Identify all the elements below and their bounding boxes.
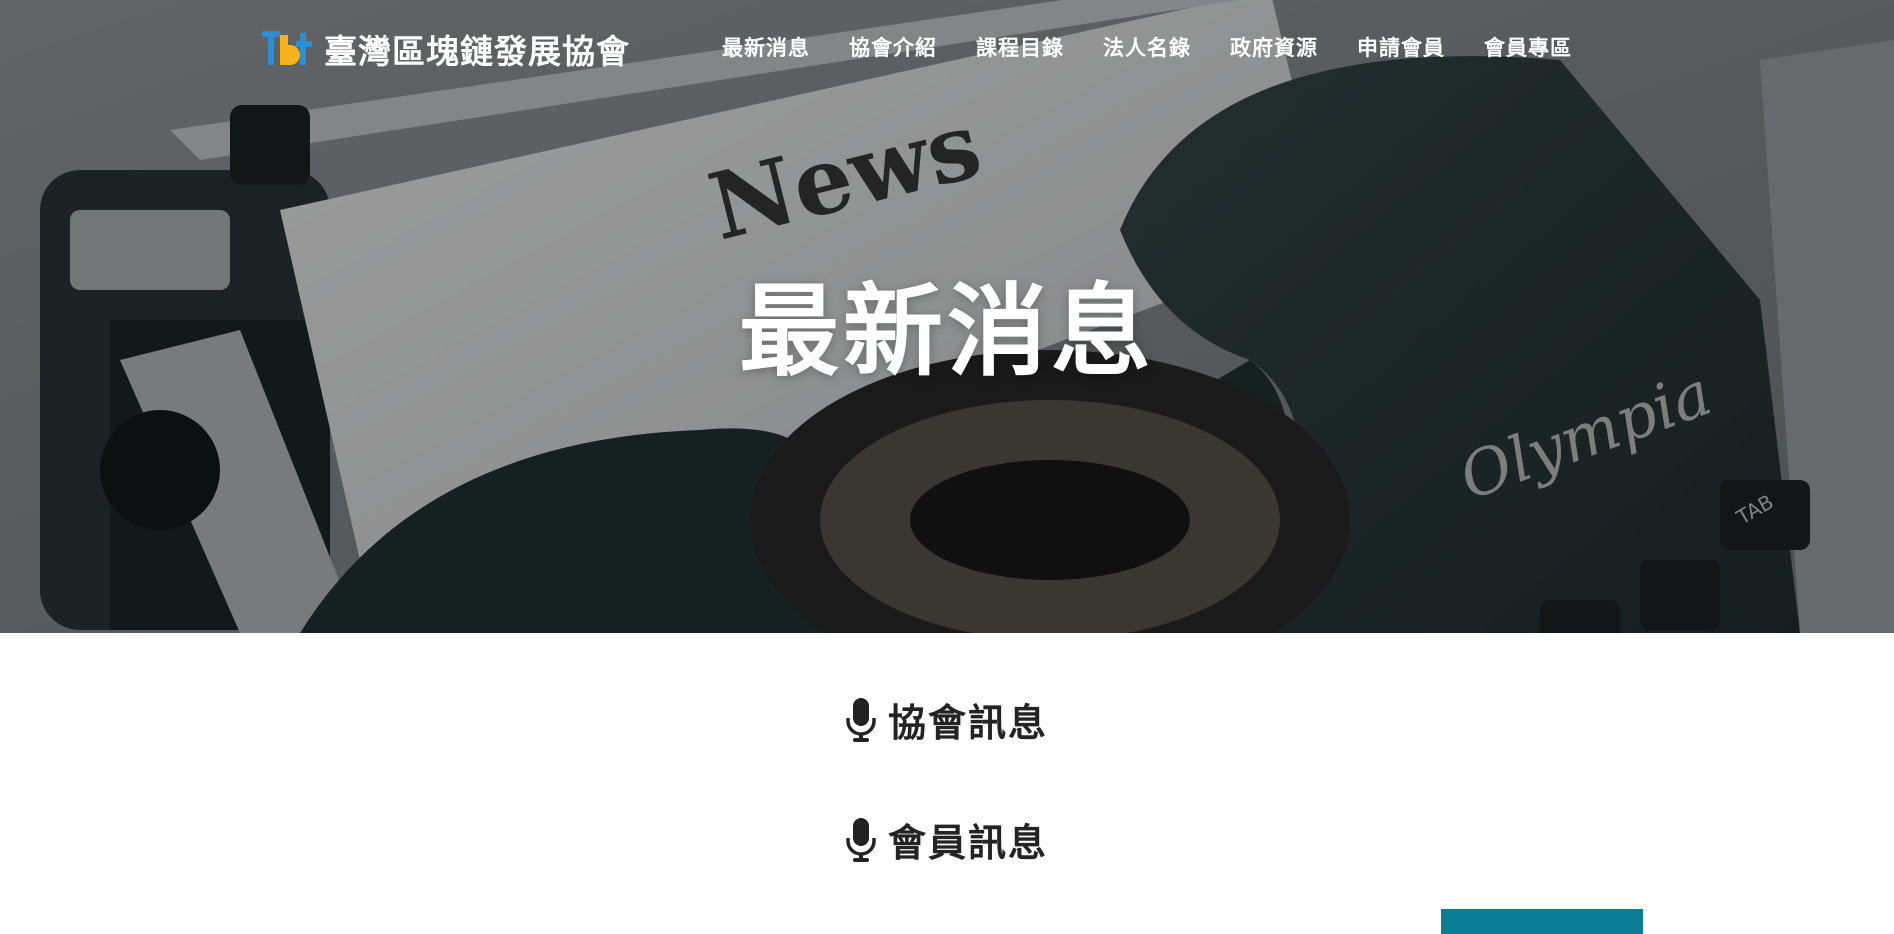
- microphone-icon: [846, 817, 876, 862]
- nav-item-apply-membership[interactable]: 申請會員: [1357, 30, 1445, 66]
- nav-item-about[interactable]: 協會介紹: [849, 30, 937, 66]
- section-heading-member-news[interactable]: 會員訊息: [0, 812, 1894, 867]
- accent-panel: [1441, 909, 1643, 934]
- site-header: 臺灣區塊鏈發展協會 最新消息 協會介紹 課程目錄 法人名錄 政府資源 申請會員 …: [0, 0, 1894, 96]
- nav-item-government-resources[interactable]: 政府資源: [1230, 30, 1318, 66]
- site-logo[interactable]: 臺灣區塊鏈發展協會: [262, 27, 630, 71]
- nav-item-latest-news[interactable]: 最新消息: [722, 30, 810, 66]
- section-heading-association-news[interactable]: 協會訊息: [0, 692, 1894, 747]
- main-nav: 最新消息 協會介紹 課程目錄 法人名錄 政府資源 申請會員 會員專區: [722, 30, 1572, 66]
- site-name: 臺灣區塊鏈發展協會: [324, 32, 630, 71]
- nav-item-courses[interactable]: 課程目錄: [976, 30, 1064, 66]
- section-title: 協會訊息: [887, 701, 1048, 745]
- section-title: 會員訊息: [887, 821, 1048, 865]
- nav-item-member-area[interactable]: 會員專區: [1484, 30, 1572, 66]
- nav-item-corporate-directory[interactable]: 法人名錄: [1103, 30, 1191, 66]
- microphone-icon: [846, 697, 876, 742]
- tbt-logo-icon: [262, 31, 312, 65]
- page-title: 最新消息: [739, 273, 1155, 390]
